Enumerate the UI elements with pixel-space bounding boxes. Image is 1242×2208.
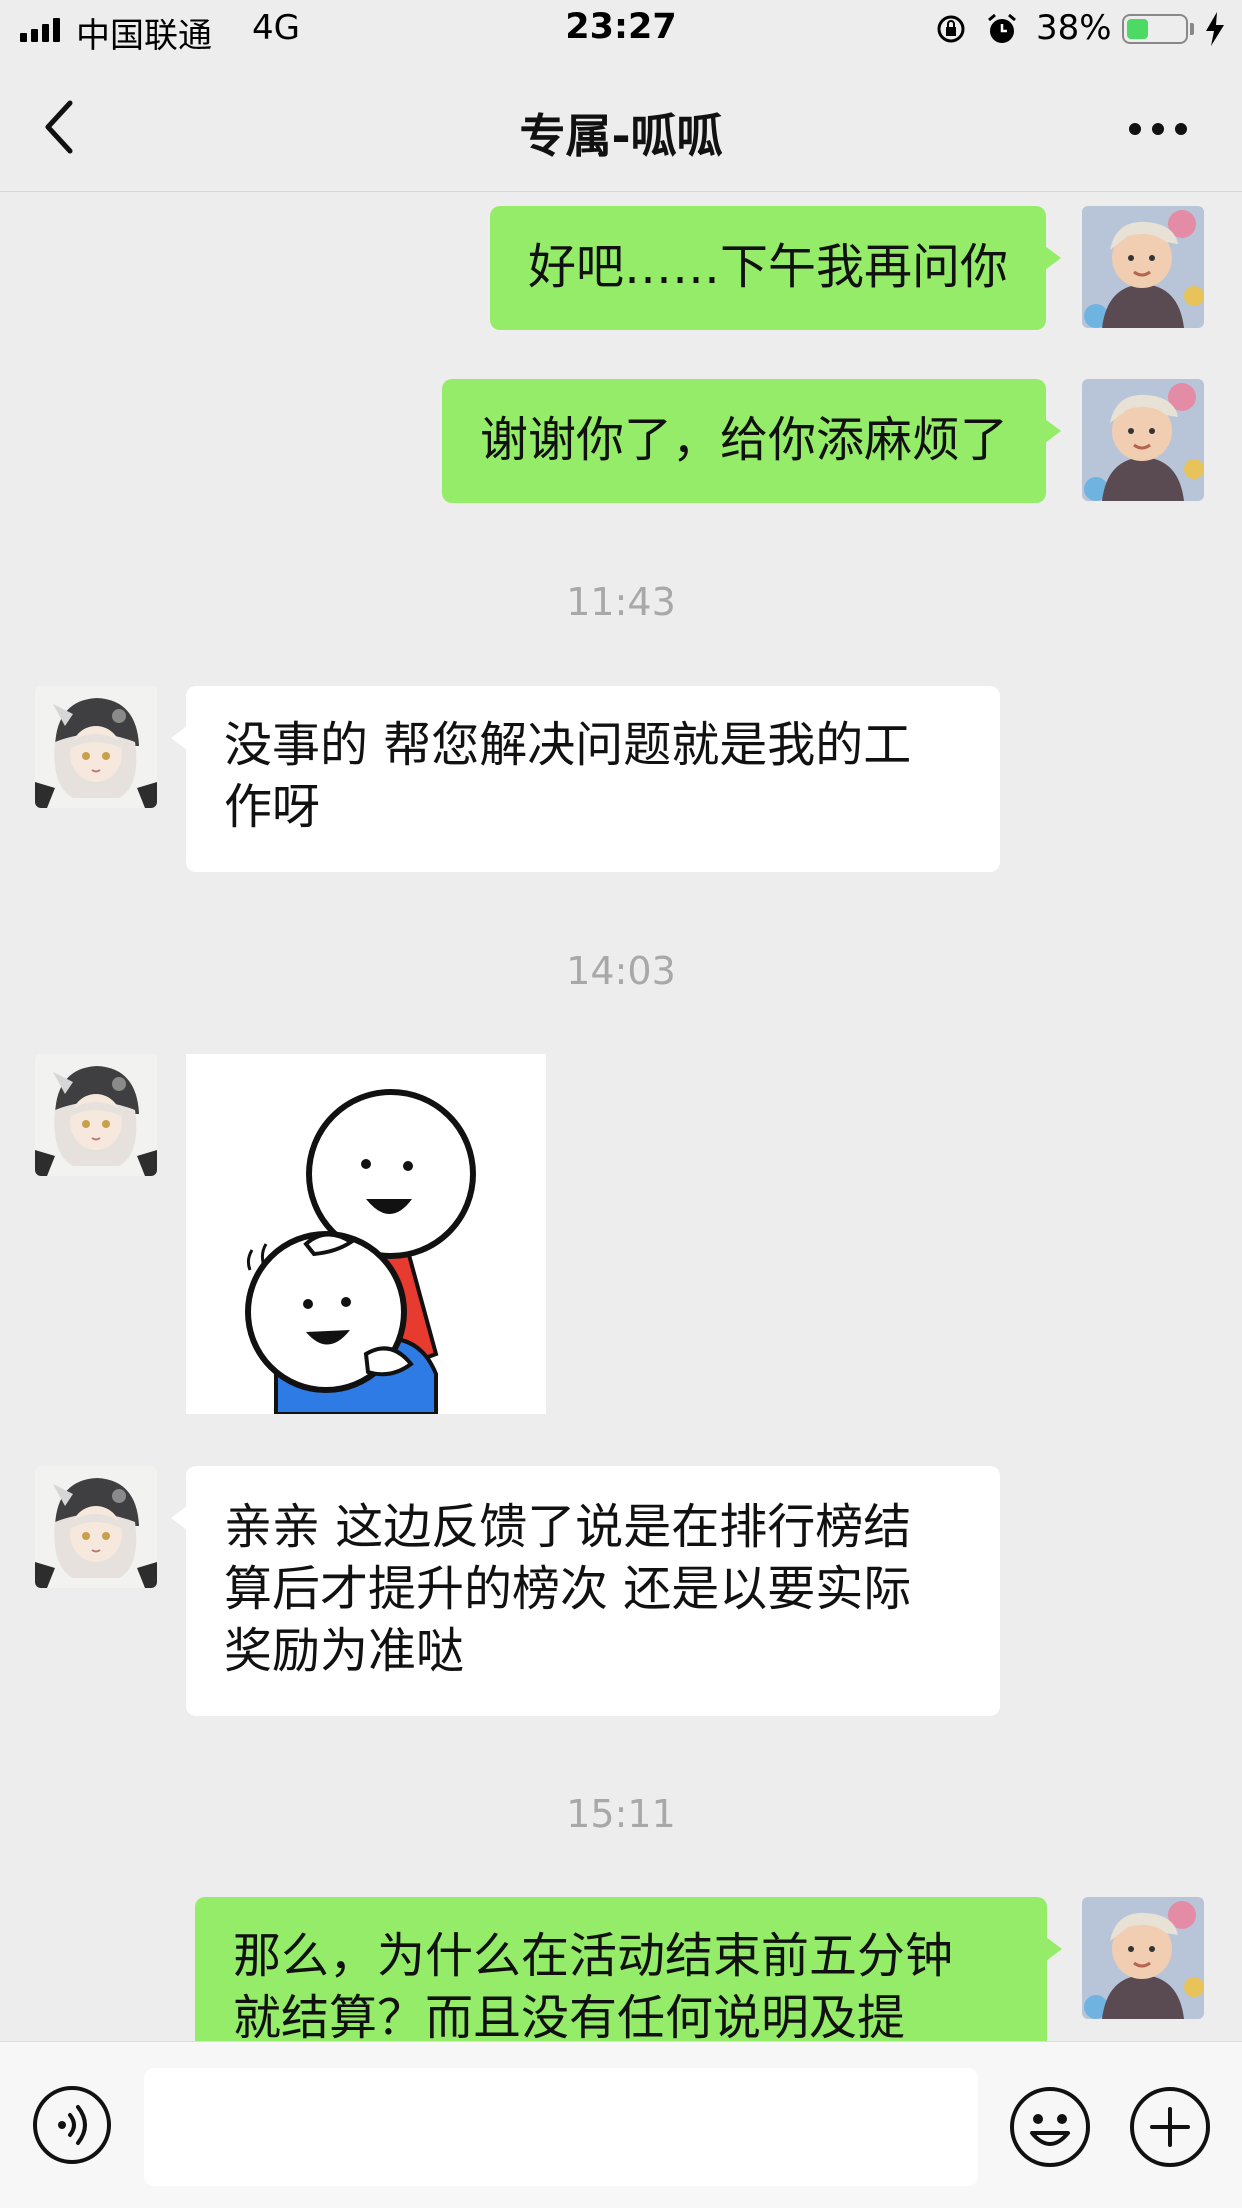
input-bar <box>0 2041 1242 2208</box>
message-text-line: 没事的 帮您解决问题就是我的工 <box>224 717 912 773</box>
more-dots-icon[interactable] <box>1128 122 1188 136</box>
chat-area[interactable]: 好吧……下午我再问你 谢谢你了，给你添麻烦了 11:43 没事的 帮您解决问题就… <box>0 192 1242 2041</box>
message-text-line: 那么，为什么在活动结束前五分钟 <box>233 1928 954 1984</box>
message-bubble-outgoing[interactable]: 谢谢你了，给你添麻烦了 <box>441 379 1062 503</box>
nav-bar: 专属-呱呱 <box>0 62 1242 192</box>
message-text: 谢谢你了，给你添麻烦了 <box>479 412 1008 468</box>
contact-avatar[interactable] <box>35 1054 157 1176</box>
contact-avatar[interactable] <box>35 686 157 808</box>
message-text-line: 亲亲 这边反馈了说是在排行榜结 <box>224 1499 912 1555</box>
charging-bolt-icon <box>1206 12 1224 46</box>
my-avatar[interactable] <box>1082 1897 1204 2019</box>
message-text-line: 作呀 <box>224 779 321 835</box>
battery-icon <box>1122 14 1188 44</box>
battery-cap <box>1190 23 1194 35</box>
message-bubble-outgoing[interactable]: 好吧……下午我再问你 <box>489 206 1062 330</box>
message-text-line: 算后才提升的榜次 还是以要实际 <box>224 1561 912 1617</box>
my-avatar[interactable] <box>1082 206 1204 328</box>
alarm-icon <box>988 13 1016 43</box>
message-input[interactable] <box>144 2068 978 2186</box>
message-bubble-outgoing[interactable]: 那么，为什么在活动结束前五分钟 就结算？而且没有任何说明及提 <box>195 1897 1062 2041</box>
status-bar: 中国联通 4G 23:27 38% <box>0 0 1242 62</box>
timestamp: 15:11 <box>566 1792 676 1836</box>
message-text: 好吧……下午我再问你 <box>527 239 1008 295</box>
message-text-line: 就结算？而且没有任何说明及提 <box>233 1990 906 2041</box>
rotation-lock-icon <box>937 15 965 43</box>
timestamp: 11:43 <box>566 580 676 624</box>
sticker-image[interactable] <box>186 1054 546 1414</box>
my-avatar[interactable] <box>1082 379 1204 501</box>
message-bubble-incoming[interactable]: 没事的 帮您解决问题就是我的工 作呀 <box>171 686 1000 872</box>
contact-avatar[interactable] <box>35 1466 157 1588</box>
emoji-icon[interactable] <box>1008 2085 1092 2169</box>
battery-percent: 38% <box>1036 8 1112 48</box>
chat-title: 专属-呱呱 <box>519 109 723 163</box>
timestamp: 14:03 <box>566 949 676 993</box>
message-text-line: 奖励为准哒 <box>224 1623 465 1679</box>
message-bubble-incoming[interactable]: 亲亲 这边反馈了说是在排行榜结 算后才提升的榜次 还是以要实际 奖励为准哒 <box>171 1466 1000 1716</box>
voice-icon[interactable] <box>32 2085 112 2165</box>
plus-icon[interactable] <box>1128 2085 1212 2169</box>
